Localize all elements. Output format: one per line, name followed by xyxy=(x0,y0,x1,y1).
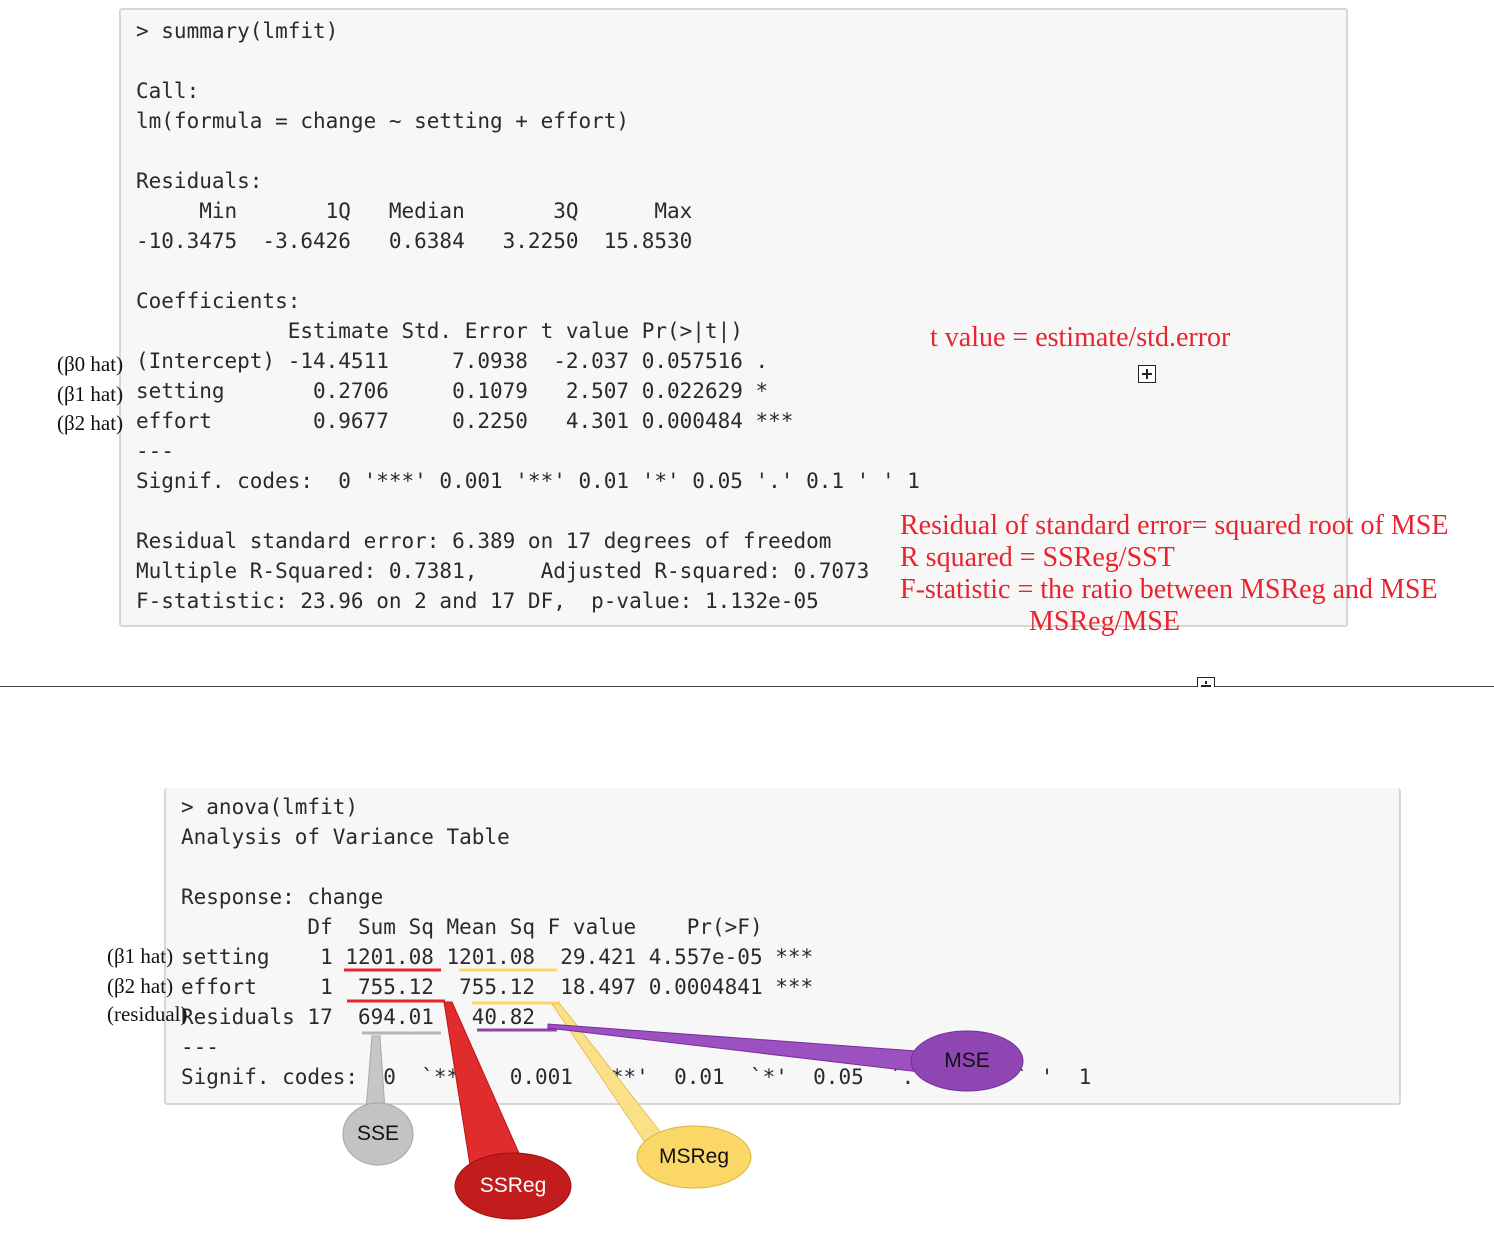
callout-overlay xyxy=(342,968,1024,1220)
msreg-bubble-label: MSReg xyxy=(658,1145,730,1168)
mse-bubble-label: MSE xyxy=(944,1049,990,1072)
sse-bubble-label: SSE xyxy=(356,1122,400,1145)
sse-pointer xyxy=(365,1035,386,1111)
ssreg-pointer xyxy=(443,1001,523,1166)
ssreg-bubble-label: SSReg xyxy=(479,1174,547,1197)
msreg-pointer xyxy=(551,1003,666,1145)
